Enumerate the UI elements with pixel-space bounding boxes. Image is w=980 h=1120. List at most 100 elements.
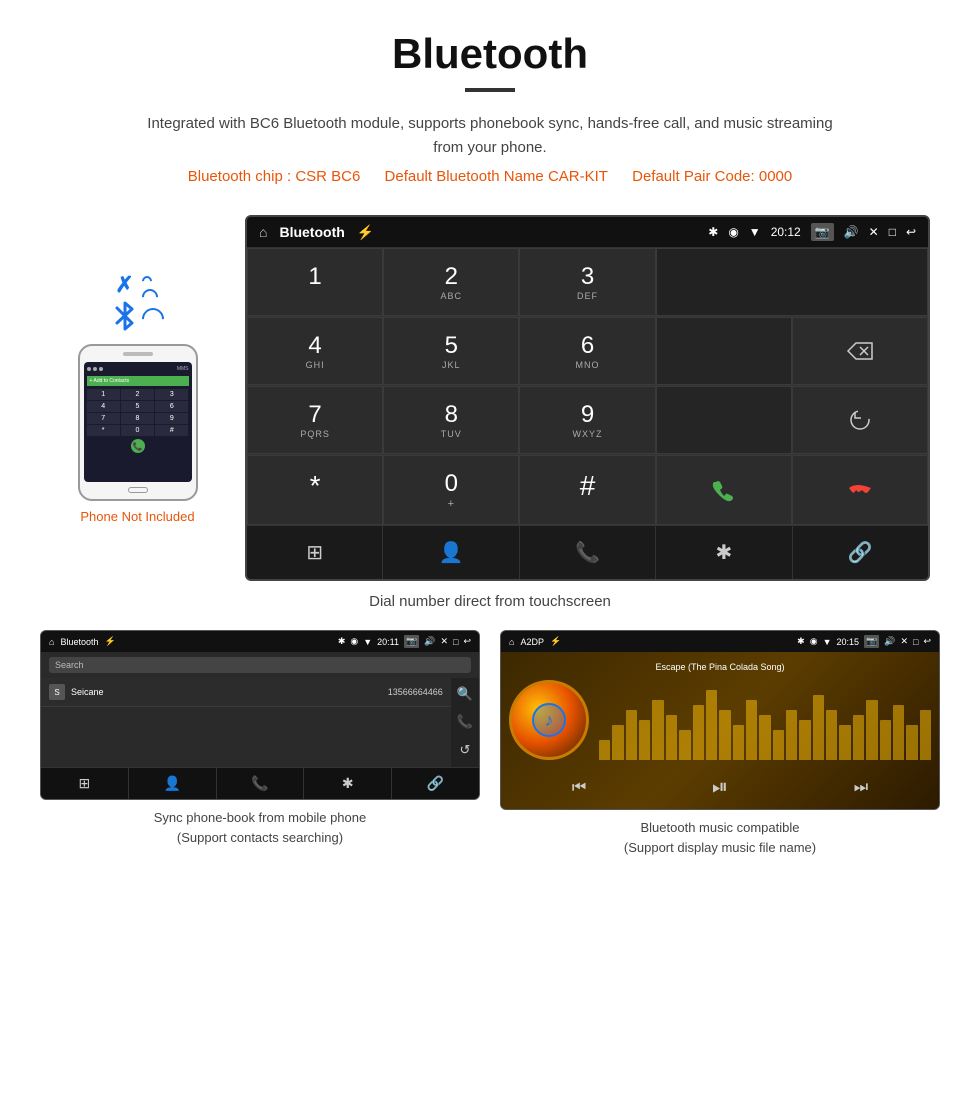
pb-bottom-dialpad[interactable]: ⊞ xyxy=(41,768,129,799)
pb-content-row: S Seicane 13566664466 🔍 📞 ↺ xyxy=(41,678,479,767)
viz-bar xyxy=(599,740,610,760)
location-icon: ◉ xyxy=(728,225,738,239)
dial-key-4[interactable]: 4GHI xyxy=(247,317,383,385)
phone-home-button xyxy=(128,487,148,493)
viz-bar xyxy=(652,700,663,760)
prev-button[interactable]: ⏮ xyxy=(572,779,586,797)
pb-search-side-icon[interactable]: 🔍 xyxy=(457,686,473,702)
dialpad-container: 1 2ABC 3DEF 4GHI 5JKL 6MNO 7PQRS 8TUV 9W… xyxy=(247,247,928,525)
dial-key-6[interactable]: 6MNO xyxy=(519,317,655,385)
viz-bar xyxy=(799,720,810,760)
back-icon[interactable]: ↩ xyxy=(906,225,916,239)
dial-key-3[interactable]: 3DEF xyxy=(519,248,655,316)
viz-bar xyxy=(853,715,864,760)
music-caption: Bluetooth music compatible(Support displ… xyxy=(624,818,816,857)
phone-screen: MMS + Add to Contacts 123 456 789 *0# 📞 xyxy=(84,362,192,482)
dial-key-star[interactable]: * xyxy=(247,455,383,525)
specs-line: Bluetooth chip : CSR BC6 Default Bluetoo… xyxy=(0,168,980,185)
pb-side-icons: 🔍 📞 ↺ xyxy=(451,678,479,767)
dial-key-1[interactable]: 1 xyxy=(247,248,383,316)
bottom-screenshots: ⌂ Bluetooth ⚡ ✱ ◉ ▼ 20:11 📷 🔊 ✕ □ ↩ xyxy=(40,630,940,857)
camera-icon[interactable]: 📷 xyxy=(811,223,834,241)
next-button[interactable]: ⏭ xyxy=(854,779,868,797)
viz-bar xyxy=(706,690,717,760)
pb-bottom-link[interactable]: 🔗 xyxy=(392,768,479,799)
car-screen: ⌂ Bluetooth ⚡ ✱ ◉ ▼ 20:12 📷 🔊 ✕ □ ↩ 1 2A… xyxy=(245,215,930,581)
dial-key-5[interactable]: 5JKL xyxy=(383,317,519,385)
song-title: Escape (The Pina Colada Song) xyxy=(655,662,784,672)
bluetooth-icon xyxy=(112,298,138,334)
pb-contact-name: Seicane xyxy=(71,687,104,697)
pb-contact-item[interactable]: S Seicane 13566664466 xyxy=(41,678,451,707)
music-close-icon[interactable]: ✕ xyxy=(900,636,908,647)
bottom-btn-contacts[interactable]: 👤 xyxy=(383,526,519,579)
bottom-btn-link[interactable]: 🔗 xyxy=(793,526,928,579)
title-underline xyxy=(465,88,515,92)
pb-contact-list: S Seicane 13566664466 xyxy=(41,678,451,767)
dial-key-hash[interactable]: # xyxy=(519,455,655,525)
volume-icon[interactable]: 🔊 xyxy=(844,225,859,239)
phone-msg: MMS xyxy=(177,366,189,372)
dial-key-7[interactable]: 7PQRS xyxy=(247,386,383,454)
pb-bottom-phone[interactable]: 📞 xyxy=(217,768,305,799)
pb-win-icon[interactable]: □ xyxy=(453,637,458,647)
bottom-btn-bluetooth[interactable]: ✱ xyxy=(656,526,792,579)
viz-bar xyxy=(826,710,837,760)
pb-bottom-bar: ⊞ 👤 📞 ✱ 🔗 xyxy=(41,767,479,799)
viz-bar xyxy=(813,695,824,760)
bottom-btn-phone[interactable]: 📞 xyxy=(520,526,656,579)
reload-key[interactable] xyxy=(792,386,928,454)
music-title-bar: Escape (The Pina Colada Song) xyxy=(509,662,931,672)
pb-close-icon[interactable]: ✕ xyxy=(440,636,448,647)
music-cam-icon[interactable]: 📷 xyxy=(864,635,879,648)
viz-bar xyxy=(893,705,904,760)
pb-cam-icon[interactable]: 📷 xyxy=(404,635,419,648)
svg-text:♪: ♪ xyxy=(545,710,554,730)
subtitle: Integrated with BC6 Bluetooth module, su… xyxy=(140,112,840,160)
close-icon[interactable]: ✕ xyxy=(869,225,879,239)
spec-chip: Bluetooth chip : CSR BC6 xyxy=(188,168,361,185)
music-loc-icon: ◉ xyxy=(810,636,818,647)
music-controls: ⏮ ⏯ ⏭ xyxy=(509,768,931,803)
music-home-icon[interactable]: ⌂ xyxy=(509,637,514,647)
music-note-icon: ♪ xyxy=(531,702,567,738)
pb-statusbar: ⌂ Bluetooth ⚡ ✱ ◉ ▼ 20:11 📷 🔊 ✕ □ ↩ xyxy=(41,631,479,652)
pb-call-side-icon[interactable]: 📞 xyxy=(457,714,473,730)
music-vol-icon[interactable]: 🔊 xyxy=(884,636,895,647)
middle-section: ✗ MMS + Add to Contacts xyxy=(40,215,940,581)
window-icon[interactable]: □ xyxy=(889,225,896,239)
viz-bar xyxy=(920,710,931,760)
pb-bottom-contacts[interactable]: 👤 xyxy=(129,768,217,799)
viz-bar xyxy=(906,725,917,760)
time-display: 20:12 xyxy=(771,225,801,239)
statusbar-right: ✱ ◉ ▼ 20:12 📷 🔊 ✕ □ ↩ xyxy=(708,223,916,241)
music-win-icon[interactable]: □ xyxy=(913,637,918,647)
music-bt-icon: ✱ xyxy=(797,636,805,647)
pb-reload-side-icon[interactable]: ↺ xyxy=(459,742,470,758)
signal-icon: ▼ xyxy=(749,225,761,239)
dial-key-2[interactable]: 2ABC xyxy=(383,248,519,316)
dial-key-8[interactable]: 8TUV xyxy=(383,386,519,454)
pb-bottom-bt[interactable]: ✱ xyxy=(304,768,392,799)
music-visualizer xyxy=(599,680,931,760)
dial-key-0[interactable]: 0+ xyxy=(383,455,519,525)
bottom-btn-dialpad[interactable]: ⊞ xyxy=(247,526,383,579)
phone-not-included: Phone Not Included xyxy=(80,509,194,524)
pb-vol-icon[interactable]: 🔊 xyxy=(424,636,435,647)
viz-bar xyxy=(773,730,784,760)
music-back-icon[interactable]: ↩ xyxy=(923,636,931,647)
bluetooth-symbol: ✗ xyxy=(115,272,133,298)
pb-home-icon[interactable]: ⌂ xyxy=(49,637,54,647)
call-green-button[interactable] xyxy=(656,455,792,525)
home-icon[interactable]: ⌂ xyxy=(259,224,267,240)
phone-dialpad: 123 456 789 *0# xyxy=(87,389,189,436)
pb-back-icon[interactable]: ↩ xyxy=(463,636,471,647)
viz-bar xyxy=(746,700,757,760)
backspace-key[interactable] xyxy=(792,317,928,385)
pb-search-box[interactable]: Search xyxy=(49,657,471,673)
pb-contact-number: 13566664466 xyxy=(388,687,443,697)
call-red-button[interactable] xyxy=(792,455,928,525)
dial-key-9[interactable]: 9WXYZ xyxy=(519,386,655,454)
play-pause-button[interactable]: ⏯ xyxy=(712,776,728,799)
viz-bar xyxy=(719,710,730,760)
